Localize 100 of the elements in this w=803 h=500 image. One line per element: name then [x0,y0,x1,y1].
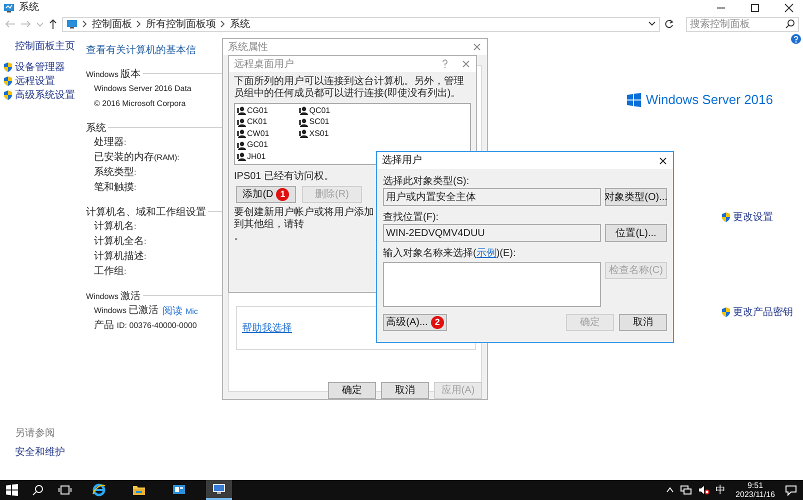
dialog-button[interactable]: 取消 [381,382,429,399]
network-icon[interactable] [680,485,692,495]
list-item[interactable]: CG01 [237,105,270,116]
info-text: 工作组: [94,265,126,278]
up-arrow-icon[interactable] [48,19,58,29]
section-title: Windows 版本 [86,68,141,82]
dialog-button[interactable]: 确定 [328,382,376,399]
computer-icon [3,2,15,12]
dialog-button[interactable]: 位置(L)... [605,224,667,242]
access-note: IPS01 已经有访问权。 [234,170,334,183]
user-icon [299,118,308,127]
help-icon[interactable] [791,34,801,44]
chevron-up-icon[interactable] [666,486,674,494]
read-link[interactable]: 阅读 Mic [162,298,198,322]
sidebar-link[interactable]: 控制面板主页 [15,39,83,54]
section-title: 系统 [86,122,106,136]
chevron-icon [82,20,88,28]
sidebar-link[interactable]: 安全和维护 [15,445,83,460]
info-text: 系统类型: [94,166,136,179]
search-icon[interactable] [32,484,44,496]
info-text: 已安装的内存(RAM): [94,150,180,164]
clock[interactable]: 9:51 2023/11/16 [736,481,775,499]
intro-text: 下面所列的用户可以连接到这台计算机。另外，管理员组中的任何成员都可以进行连接(即使没有列出)。 [234,76,465,100]
info-text: 笔和触摸: [94,180,136,194]
step-badge: 1 [276,188,290,201]
address-bar[interactable]: 控制面板 所有控制面板项 系统 [62,16,660,32]
list-item[interactable]: JH01 [237,151,270,162]
list-item[interactable]: QC01 [299,105,330,116]
dropdown-icon[interactable] [648,20,656,28]
list-item[interactable]: CK01 [237,116,270,128]
sidebar-link[interactable]: 远程设置 [3,74,83,88]
create-user-note: 要创建新用户帐户或将用户添加到其他组，请转 [234,207,374,231]
product-name: Windows Server 2016 [646,91,773,109]
chevron-icon [220,20,226,28]
change-key-link[interactable]: 更改产品密钥 [721,304,793,320]
shield-icon [3,62,13,72]
example-link[interactable]: 示例 [476,248,496,259]
dialog-title: 远程桌面用户 [234,58,294,72]
field-label: 输入对象名称来选择(示例)(E): [383,247,516,260]
user-icon [237,152,246,162]
help-link[interactable]: 帮助我选择 [242,320,292,336]
shield-icon [721,307,731,317]
windows-logo-icon [626,92,641,107]
step-badge: 2 [430,316,444,329]
note-end-text: 。 [234,231,244,243]
window-title: 系统 [19,0,39,15]
dialog-button[interactable]: 取消 [619,314,667,331]
search-field[interactable]: 搜索控制面板 [686,16,799,32]
field-label: 选择此对象类型(S): [383,175,470,188]
shield-icon [721,212,731,222]
list-item[interactable]: SC01 [299,116,330,128]
user-icon [237,129,246,138]
taskbar-button[interactable] [206,480,232,500]
dialog-button[interactable]: 对象类型(O)... [605,188,667,206]
user-icon [299,129,308,138]
shield-icon [3,76,13,86]
info-text: 计算机全名: [94,234,146,248]
breadcrumb-item[interactable]: 所有控制面板项 [146,16,216,32]
info-text: Windows Server 2016 Data [94,83,192,95]
info-text: 计算机名: [94,220,136,233]
change-settings-link[interactable]: 更改设置 [721,210,773,224]
info-text: 计算机描述: [94,250,146,263]
computer-icon [212,482,226,496]
input-method-indicator[interactable]: 中 [716,482,726,498]
sidebar-link[interactable]: 高级系统设置 [3,88,83,102]
info-text: Windows 已激活 [94,304,159,317]
search-icon [785,19,795,29]
server-manager-icon [172,483,186,497]
shield-icon [3,90,13,100]
dialog-title: 系统属性 [228,40,268,54]
dialog-title: 选择用户 [382,154,422,168]
computer-icon [66,19,78,29]
dialog-button[interactable]: 添加(D 1 [236,186,296,203]
help-icon[interactable] [441,59,449,69]
info-text: 产品 ID: 00376-40000-0000 [94,318,197,332]
list-item[interactable]: GC01 [237,140,270,151]
close-icon[interactable] [658,156,668,166]
input-field: 用户或内置安全主体 [383,188,601,206]
folder-icon [132,483,146,497]
names-input[interactable] [383,262,601,307]
dialog-button[interactable]: 高级(A)... 2 [383,314,447,331]
user-icon [237,106,246,115]
chevron-icon [136,20,142,28]
breadcrumb-item[interactable]: 系统 [230,16,250,32]
speaker-muted-icon[interactable] [698,485,710,495]
list-item[interactable]: XS01 [299,128,330,140]
field-label: 查找位置(F): [383,211,439,224]
windows-start-icon[interactable] [6,484,18,496]
notification-icon[interactable] [785,484,797,496]
user-icon [299,106,308,115]
browser-icon [92,483,106,497]
task-view-icon[interactable] [58,484,72,496]
list-item[interactable]: CW01 [237,128,270,140]
see-also-heading: 另请参阅 [15,426,56,441]
page-heading: 查看有关计算机的基本信 [86,44,197,58]
breadcrumb-item[interactable]: 控制面板 [92,16,132,32]
section-title: Windows 激活 [86,290,141,304]
refresh-icon[interactable] [664,19,674,29]
sidebar-link[interactable]: 设备管理器 [3,60,83,74]
info-text: © 2016 Microsoft Corpora [94,98,186,110]
